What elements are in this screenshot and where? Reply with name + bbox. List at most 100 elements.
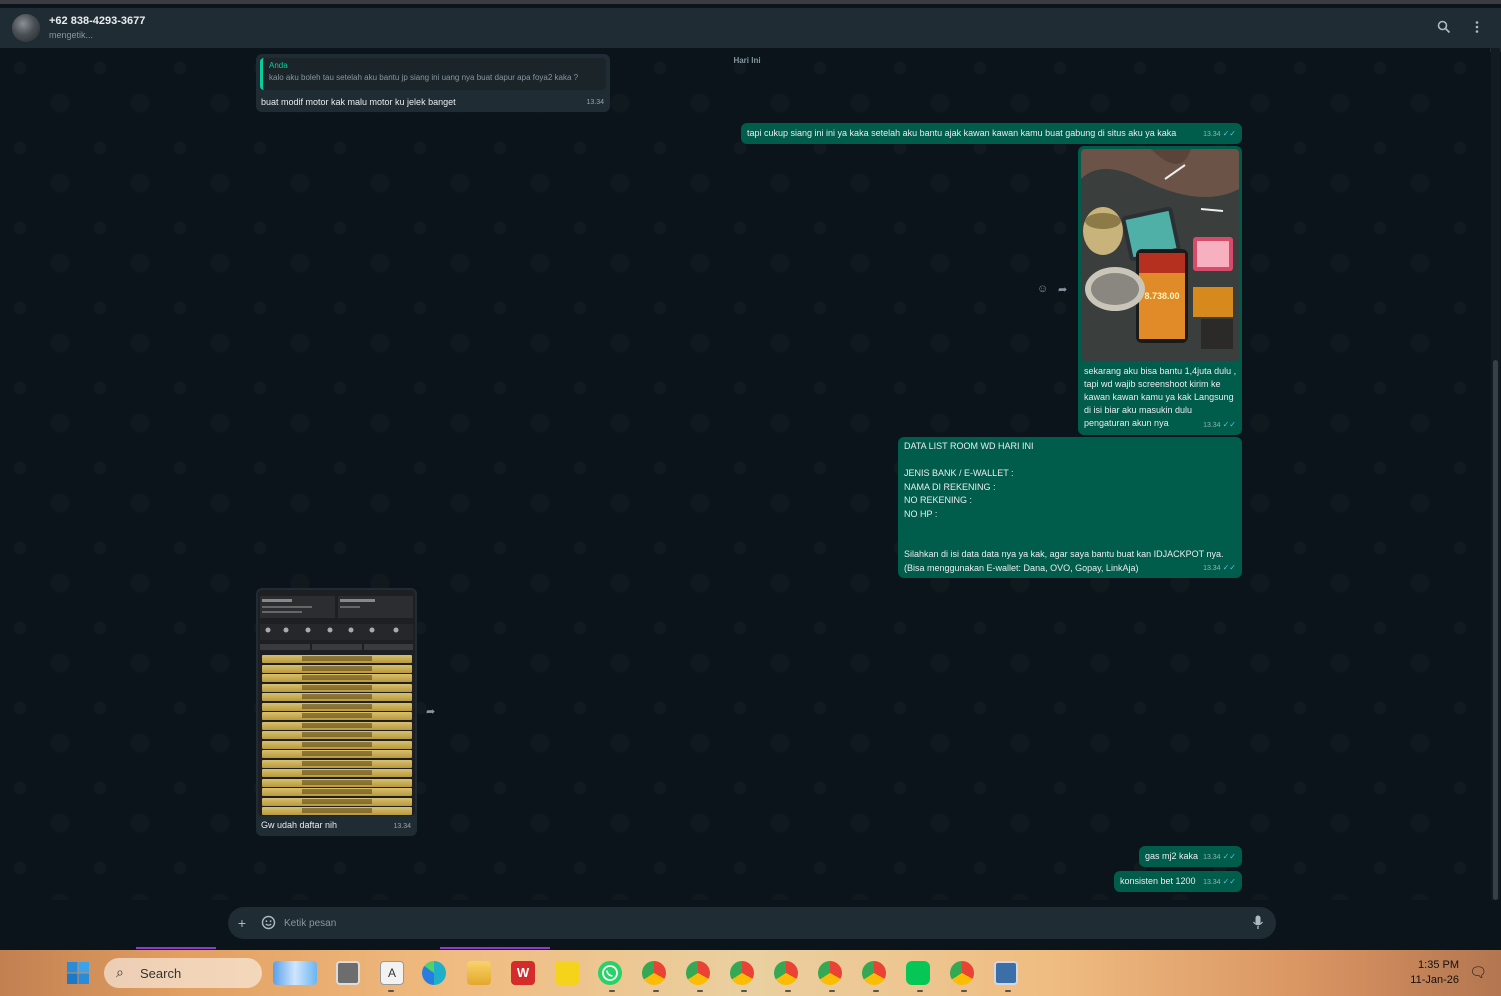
taskbar-search-label: Search (140, 966, 182, 981)
window-indicator (136, 947, 216, 949)
list-row-image (262, 740, 412, 749)
message-bubble-outgoing[interactable]: gas mj2 kaka 13.34 ✓✓ (1139, 846, 1242, 867)
forward-icon[interactable]: ➦ (426, 705, 435, 718)
message-line: DATA LIST ROOM WD HARI INI (904, 441, 1034, 451)
day-divider: Hari Ini (733, 56, 761, 65)
line-app-icon[interactable] (906, 961, 930, 985)
file-explorer-icon[interactable] (467, 961, 491, 985)
list-row-image (262, 683, 412, 692)
read-receipt-icon: ✓✓ (1222, 563, 1236, 572)
message-time: 13.34 (586, 99, 604, 106)
message-line (904, 535, 1244, 549)
list-row-image (262, 778, 412, 787)
quoted-message[interactable]: Anda kalo aku boleh tau setelah aku bant… (260, 58, 606, 90)
sticky-notes-icon[interactable] (555, 961, 579, 985)
message-time-wrap: 13.34 ✓✓ (1203, 561, 1236, 575)
image-overlay-text: 8.738.00 (1144, 291, 1179, 301)
image-attachment[interactable] (258, 590, 415, 816)
list-row-image (262, 807, 412, 815)
message-bubble-outgoing[interactable]: tapi cukup siang ini ini ya kaka setelah… (741, 123, 1242, 144)
message-time: 13.34 (1203, 422, 1221, 429)
message-bubble-incoming[interactable]: Anda kalo aku boleh tau setelah aku bant… (256, 54, 610, 112)
message-time-wrap: 13.34 ✓✓ (1203, 875, 1236, 889)
list-row-image (262, 797, 412, 806)
emoji-react-icon[interactable]: ☺ (1037, 283, 1048, 295)
microphone-icon[interactable] (1250, 915, 1266, 931)
message-text: konsisten bet 1200 (1120, 876, 1196, 886)
list-row-image (262, 693, 412, 701)
taskbar-search[interactable]: ⌕ Search (104, 958, 262, 988)
message-time: 13.34 (393, 823, 411, 830)
read-receipt-icon: ✓✓ (1222, 420, 1236, 429)
message-line (904, 521, 1244, 535)
start-windows-icon[interactable] (66, 961, 90, 985)
message-time-wrap: 13.34 ✓✓ (1203, 850, 1236, 864)
search-icon[interactable] (1436, 20, 1452, 36)
sticker-icon[interactable] (260, 915, 276, 931)
scroll-thumb[interactable] (1493, 360, 1498, 900)
whatsapp-icon[interactable] (598, 961, 622, 985)
list-row-image (262, 788, 412, 796)
contact-name[interactable]: +62 838-4293-3677 (49, 15, 145, 27)
quote-text: kalo aku boleh tau setelah aku bantu jp … (269, 73, 579, 82)
scrollbar[interactable] (1491, 48, 1500, 900)
message-text: gas mj2 kaka (1145, 851, 1199, 861)
message-bubble-outgoing[interactable]: konsisten bet 1200 13.34 ✓✓ (1114, 871, 1242, 892)
chrome-profile-icon[interactable] (686, 961, 710, 985)
message-time: 13.34 (1203, 131, 1221, 138)
list-row-image (262, 702, 412, 711)
message-bubble-outgoing[interactable]: DATA LIST ROOM WD HARI INI JENIS BANK / … (898, 437, 1242, 578)
menu-icon[interactable] (1469, 20, 1485, 36)
wps-office-icon[interactable]: W (511, 961, 535, 985)
message-bubble-outgoing-image[interactable]: 8.738.00 sekarang aku bisa bantu 1,4juta… (1078, 146, 1242, 435)
message-text: tapi cukup siang ini ini ya kaka setelah… (747, 128, 1177, 138)
image-attachment[interactable]: 8.738.00 (1081, 149, 1239, 361)
chrome-profile-icon[interactable] (818, 961, 842, 985)
window-indicator (440, 947, 550, 949)
chat-header[interactable]: +62 838-4293-3677 mengetik... (0, 8, 1501, 52)
read-receipt-icon: ✓✓ (1222, 129, 1236, 138)
list-row-image (262, 759, 412, 768)
list-row-image (262, 731, 412, 739)
message-text-block: DATA LIST ROOM WD HARI INI JENIS BANK / … (904, 440, 1244, 575)
read-receipt-icon: ✓✓ (1222, 877, 1236, 886)
system-clock[interactable]: 1:35 PM 11-Jan-26 (1410, 958, 1459, 988)
chrome-profile-icon[interactable] (642, 961, 666, 985)
app-window-icon[interactable] (994, 961, 1018, 985)
notepad-icon[interactable]: A (380, 961, 404, 985)
message-text: buat modif motor kak malu motor ku jelek… (261, 97, 456, 107)
widgets-icon[interactable] (273, 961, 317, 985)
message-line (904, 454, 1244, 468)
clock-date: 11-Jan-26 (1410, 974, 1459, 986)
search-icon: ⌕ (116, 964, 124, 980)
attach-plus-icon[interactable]: + (234, 915, 250, 931)
message-line: NAMA DI REKENING : (904, 481, 996, 492)
message-input[interactable] (284, 915, 1184, 931)
avatar[interactable] (12, 14, 40, 42)
image-caption: Gw udah daftar nih (261, 820, 338, 830)
message-line: NO HP : (904, 508, 938, 519)
message-time-wrap: 13.34 ✓✓ (1203, 127, 1236, 141)
chrome-profile-icon[interactable] (774, 961, 798, 985)
message-bubble-incoming-image[interactable]: Gw udah daftar nih 13.34 (256, 588, 417, 836)
read-receipt-icon: ✓✓ (1222, 852, 1236, 861)
list-row-image (262, 674, 412, 682)
edge-browser-icon[interactable] (422, 961, 446, 985)
message-time-wrap: 13.34 ✓✓ (1203, 418, 1236, 432)
message-line: NO REKENING : (904, 495, 973, 505)
contact-status: mengetik... (49, 30, 94, 40)
notification-icon[interactable]: 🗨 (1469, 964, 1487, 981)
chrome-profile-icon[interactable] (730, 961, 754, 985)
task-view-icon[interactable] (336, 961, 360, 985)
clock-time: 1:35 PM (1418, 959, 1459, 971)
chrome-profile-icon[interactable] (950, 961, 974, 985)
chat-panel[interactable] (0, 48, 1490, 900)
forward-icon[interactable]: ➦ (1058, 283, 1067, 296)
list-row-image (262, 769, 412, 777)
list-row-image (262, 664, 412, 673)
chrome-profile-icon[interactable] (862, 961, 886, 985)
message-line: (Bisa menggunakan E-wallet: Dana, OVO, G… (904, 562, 1139, 573)
message-composer: + (228, 907, 1276, 939)
list-row-image (262, 750, 412, 758)
windows-taskbar: ⌕ Search A W 1:35 PM 11-Jan-26 🗨 (0, 950, 1501, 996)
